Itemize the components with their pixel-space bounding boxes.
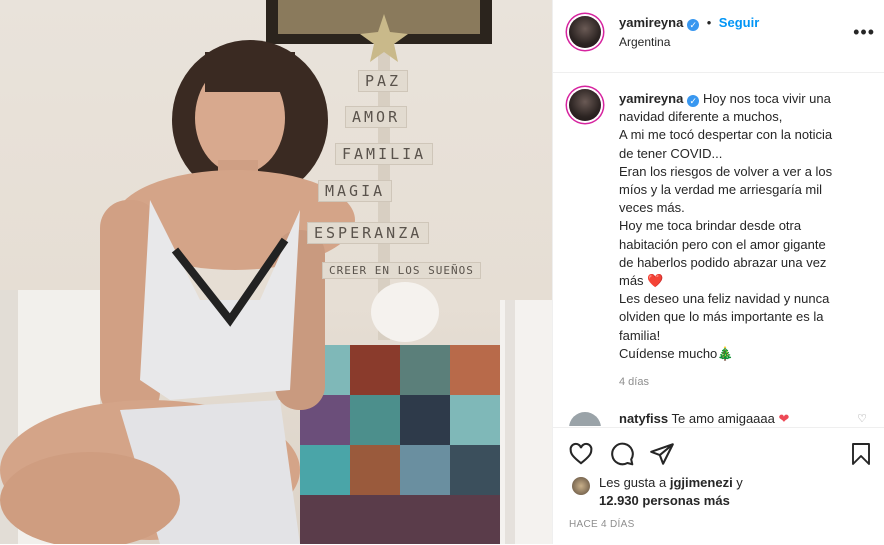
caption-line: habitación pero con el amor gigante bbox=[619, 236, 826, 252]
caption-line: Eran los riesgos de volver a ver a los bbox=[619, 163, 833, 179]
caption-line: más ❤️ bbox=[619, 273, 664, 289]
tree-word-esperanza: ESPERANZA bbox=[307, 222, 430, 244]
comment-username[interactable]: natyfiss bbox=[619, 411, 668, 426]
verified-icon: ✓ bbox=[687, 19, 700, 31]
likes-prefix: Les gusta a bbox=[599, 475, 670, 490]
comment-icon[interactable] bbox=[609, 441, 635, 467]
comment-like-icon[interactable]: ♡ bbox=[857, 412, 867, 425]
username[interactable]: yamireyna bbox=[619, 15, 683, 30]
comment-heart: ❤ bbox=[778, 411, 790, 426]
caption-line: míos y la verdad me arriesgaría mil bbox=[619, 182, 823, 198]
comment-row: natyfiss Te amo amigaaaa ❤ ♡ bbox=[569, 410, 879, 426]
caption-line: A mi me tocó despertar con la noticia bbox=[619, 127, 833, 143]
likes-suffix: y bbox=[732, 475, 743, 490]
tree-word-amor: AMOR bbox=[345, 106, 408, 128]
caption-avatar[interactable] bbox=[569, 89, 601, 121]
caption-line: Hoy me toca brindar desde otra bbox=[619, 218, 802, 234]
caption-line: familia! bbox=[619, 327, 661, 343]
bookmark-icon[interactable] bbox=[849, 441, 873, 467]
caption-time[interactable]: 4 días bbox=[619, 376, 649, 388]
caption-line: Les deseo una feliz navidad y nunca bbox=[619, 291, 830, 307]
post-side-panel: yamireyna ✓ • Seguir Argentina ••• yamire… bbox=[552, 0, 884, 545]
likes-summary: Les gusta a jgjimenezi y 12.930 personas… bbox=[599, 474, 743, 510]
post-header: yamireyna ✓ • Seguir Argentina ••• bbox=[553, 0, 884, 73]
comment-avatar[interactable] bbox=[569, 412, 601, 426]
avatar[interactable] bbox=[569, 16, 601, 48]
action-bar: Les gusta a jgjimenezi y 12.930 personas… bbox=[553, 427, 884, 545]
caption-line: navidad diferente a muchos, bbox=[619, 109, 783, 125]
more-options-icon[interactable]: ••• bbox=[853, 22, 875, 43]
comment-text-wrap: natyfiss Te amo amigaaaa ❤ bbox=[619, 411, 789, 426]
tree-word-magia: MAGIA bbox=[318, 180, 393, 202]
caption-username[interactable]: yamireyna bbox=[619, 91, 683, 106]
dot-separator: • bbox=[706, 15, 712, 30]
post-photo[interactable]: PAZ AMOR FAMILIA MAGIA ESPERANZA CREER E… bbox=[0, 0, 552, 544]
post-date[interactable]: HACE 4 DÍAS bbox=[569, 519, 635, 530]
caption-line: yamireyna ✓ Hoy nos toca vivir una bbox=[619, 90, 859, 108]
tree-word-familia: FAMILIA bbox=[335, 143, 434, 165]
caption-line: de tener COVID... bbox=[619, 145, 723, 161]
caption: yamireyna ✓ Hoy nos toca vivir una navida… bbox=[619, 90, 859, 363]
share-icon[interactable] bbox=[649, 441, 675, 467]
follow-button[interactable]: Seguir bbox=[719, 15, 759, 30]
tree-word-paz: PAZ bbox=[358, 70, 409, 92]
likes-count[interactable]: 12.930 personas más bbox=[599, 493, 730, 508]
caption-line: veces más. bbox=[619, 200, 685, 216]
location-link[interactable]: Argentina bbox=[619, 35, 670, 49]
liker-avatar[interactable] bbox=[572, 477, 590, 495]
caption-text: Hoy nos toca vivir una bbox=[702, 91, 831, 106]
caption-line: olviden que lo más importante es la bbox=[619, 309, 824, 325]
header-user: yamireyna ✓ • Seguir bbox=[619, 14, 759, 32]
caption-line: de haberlos podido abrazar una vez bbox=[619, 254, 827, 270]
heart-icon[interactable] bbox=[568, 441, 594, 467]
comment-text: Te amo amigaaaa bbox=[671, 411, 775, 426]
tree-word-creer: CREER EN LOS SUEÑOS bbox=[322, 262, 481, 279]
liker-username[interactable]: jgjimenezi bbox=[670, 475, 733, 490]
verified-icon: ✓ bbox=[687, 95, 700, 107]
caption-line: Cuídense mucho🎄 bbox=[619, 345, 734, 361]
